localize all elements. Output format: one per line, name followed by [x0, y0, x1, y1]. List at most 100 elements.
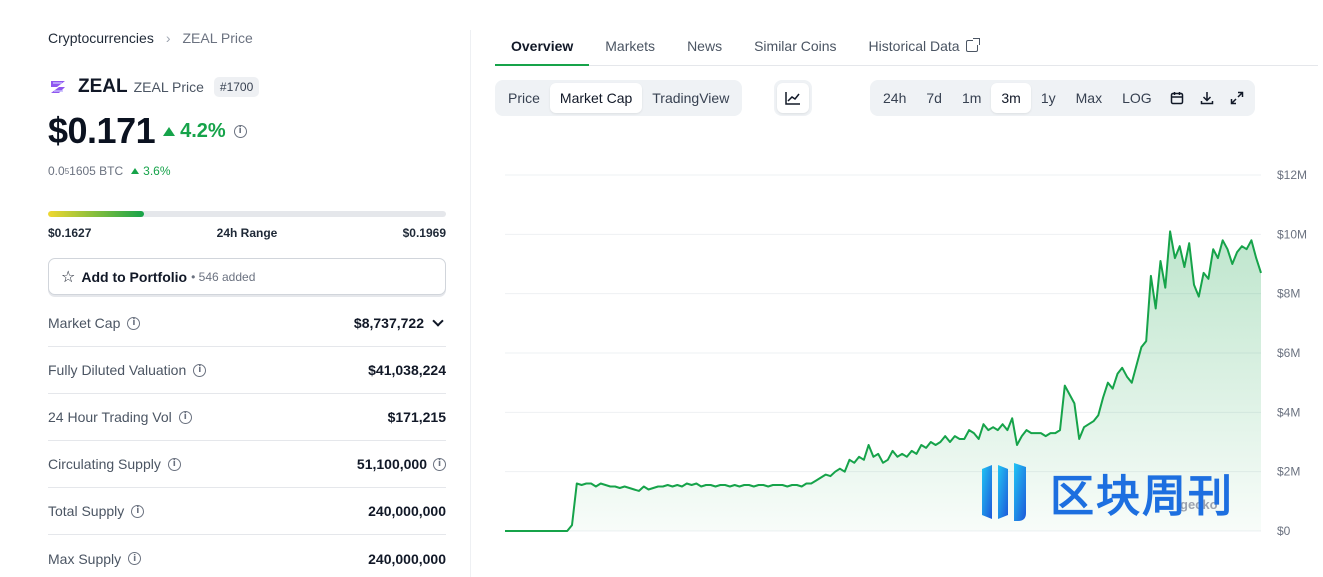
- breadcrumb: Cryptocurrencies › ZEAL Price: [48, 30, 253, 46]
- tab-historical-data-label: Historical Data: [868, 38, 960, 54]
- stat-value: 51,100,000: [356, 456, 427, 472]
- caret-up-icon: [131, 168, 140, 174]
- watermark-text: 区块周刊: [1050, 471, 1234, 522]
- range-bar-fill: [48, 211, 144, 217]
- info-icon[interactable]: i: [128, 552, 142, 565]
- price-change: 4.2%: [163, 120, 226, 143]
- fullscreen-button[interactable]: [1222, 83, 1252, 113]
- tab-overview[interactable]: Overview: [495, 26, 590, 66]
- y-tick-label: $0: [1277, 524, 1291, 538]
- line-chart-icon: [785, 92, 800, 105]
- y-tick-label: $10M: [1277, 227, 1307, 241]
- chart-type-price-button[interactable]: Price: [498, 83, 550, 113]
- info-icon[interactable]: i: [131, 504, 145, 518]
- portfolio-count: • 546 added: [191, 269, 256, 284]
- coin-tabs: Overview Markets News Similar Coins Hist…: [495, 26, 1318, 66]
- tab-markets[interactable]: Markets: [589, 26, 671, 66]
- external-link-icon: [965, 38, 980, 52]
- range-labels: $0.1627 24h Range $0.1969: [48, 226, 446, 240]
- chart-series-line: [505, 230, 1262, 532]
- info-icon[interactable]: i: [433, 457, 446, 471]
- period-3m-button[interactable]: 3m: [991, 83, 1031, 113]
- star-icon: ☆: [61, 267, 76, 286]
- btc-change: 3.6%: [131, 164, 171, 178]
- caret-up-icon: [163, 126, 176, 136]
- download-button[interactable]: [1192, 83, 1222, 113]
- site-watermark: 区块周刊: [980, 460, 1234, 524]
- stat-label: Circulating Supply: [48, 456, 161, 472]
- coin-symbol: ZEAL: [78, 76, 128, 97]
- info-icon[interactable]: i: [178, 410, 192, 424]
- download-icon: [1200, 92, 1213, 105]
- coin-name: ZEAL Price: [133, 79, 204, 95]
- breadcrumb-cryptocurrencies[interactable]: Cryptocurrencies: [48, 30, 154, 46]
- block-weekly-logo-icon: [982, 463, 1026, 521]
- info-icon[interactable]: i: [193, 363, 207, 377]
- stat-row-circulating-supply: Circulating Supply i 51,100,000 i: [48, 441, 446, 488]
- chart-type-tradingview-button[interactable]: TradingView: [642, 83, 739, 113]
- stat-value: $171,215: [387, 409, 446, 425]
- period-1m-button[interactable]: 1m: [952, 83, 991, 113]
- range-high: $0.1969: [402, 226, 446, 240]
- info-icon[interactable]: i: [233, 124, 247, 138]
- period-max-button[interactable]: Max: [1066, 83, 1112, 113]
- price-change-value: 4.2%: [180, 119, 226, 142]
- tab-news[interactable]: News: [671, 26, 738, 66]
- stat-label: 24 Hour Trading Vol: [48, 409, 172, 425]
- info-icon[interactable]: i: [167, 457, 181, 471]
- y-axis: $0 $2M $4M $6M $8M $10M $12M: [1277, 168, 1307, 538]
- range-low: $0.1627: [48, 226, 92, 240]
- add-to-portfolio-button[interactable]: ☆ Add to Portfolio • 546 added: [48, 258, 446, 295]
- range-label: 24h Range: [216, 226, 278, 240]
- calendar-button[interactable]: [1162, 83, 1192, 113]
- stat-label: Total Supply: [48, 503, 125, 519]
- price-row: $0.171 4.2% i: [48, 110, 247, 152]
- coingecko-watermark: gecko: [1180, 497, 1218, 512]
- y-tick-label: $12M: [1277, 168, 1307, 182]
- zeal-logo-icon: [51, 81, 65, 93]
- stat-value: $41,038,224: [368, 362, 446, 378]
- period-1y-button[interactable]: 1y: [1031, 83, 1066, 113]
- period-7d-button[interactable]: 7d: [916, 83, 952, 113]
- y-tick-label: $4M: [1277, 405, 1300, 419]
- stat-value: 240,000,000: [368, 550, 446, 567]
- line-chart-button[interactable]: [777, 83, 809, 113]
- chart-area-fill: [505, 231, 1261, 531]
- stats-table: Market Cap i $8,737,722 Fully Diluted Val…: [48, 300, 446, 577]
- chart-style-selector: [774, 80, 812, 116]
- breadcrumb-current: ZEAL Price: [182, 30, 253, 46]
- current-price: $0.171: [48, 110, 156, 151]
- tab-similar-coins[interactable]: Similar Coins: [738, 26, 852, 66]
- y-tick-label: $2M: [1277, 465, 1300, 479]
- stat-value: $8,737,722: [353, 315, 424, 331]
- panel-divider: [470, 30, 471, 577]
- info-icon[interactable]: i: [127, 316, 141, 330]
- y-tick-label: $8M: [1277, 287, 1300, 301]
- coin-title-row: ZEAL ZEAL Price #1700: [48, 76, 260, 98]
- y-tick-label: $6M: [1277, 346, 1300, 360]
- stat-row-market-cap: Market Cap i $8,737,722: [48, 300, 446, 347]
- tab-historical-data[interactable]: Historical Data: [853, 26, 994, 66]
- coin-info-panel: Cryptocurrencies › ZEAL Price ZEAL ZEAL …: [48, 0, 446, 577]
- stat-label: Fully Diluted Valuation: [48, 362, 187, 378]
- log-scale-button[interactable]: LOG: [1112, 83, 1162, 113]
- chart-type-market-cap-button[interactable]: Market Cap: [549, 83, 643, 113]
- period-24h-button[interactable]: 24h: [873, 83, 916, 113]
- stat-row-total-supply: Total Supply i 240,000,000: [48, 488, 446, 535]
- chevron-right-icon: ›: [165, 30, 171, 46]
- btc-change-value: 3.6%: [143, 164, 171, 178]
- range-bar: [48, 211, 446, 217]
- stat-row-max-supply: Max Supply i 240,000,000: [48, 535, 446, 577]
- btc-price-suffix: 1605 BTC: [69, 164, 124, 178]
- calendar-icon: [1170, 92, 1183, 105]
- btc-price-prefix: 0.0: [48, 164, 65, 178]
- expand-icon: [1230, 91, 1243, 105]
- btc-price-row: 0.0 5 1605 BTC 3.6%: [48, 164, 171, 178]
- stat-label: Max Supply: [48, 550, 122, 567]
- stat-value: 240,000,000: [368, 503, 446, 519]
- portfolio-label: Add to Portfolio: [81, 268, 188, 285]
- chart-grid: [505, 174, 1261, 532]
- chart-type-selector: Price Market Cap TradingView: [495, 80, 743, 116]
- stat-label: Market Cap: [48, 315, 121, 331]
- chevron-down-icon[interactable]: [432, 315, 444, 327]
